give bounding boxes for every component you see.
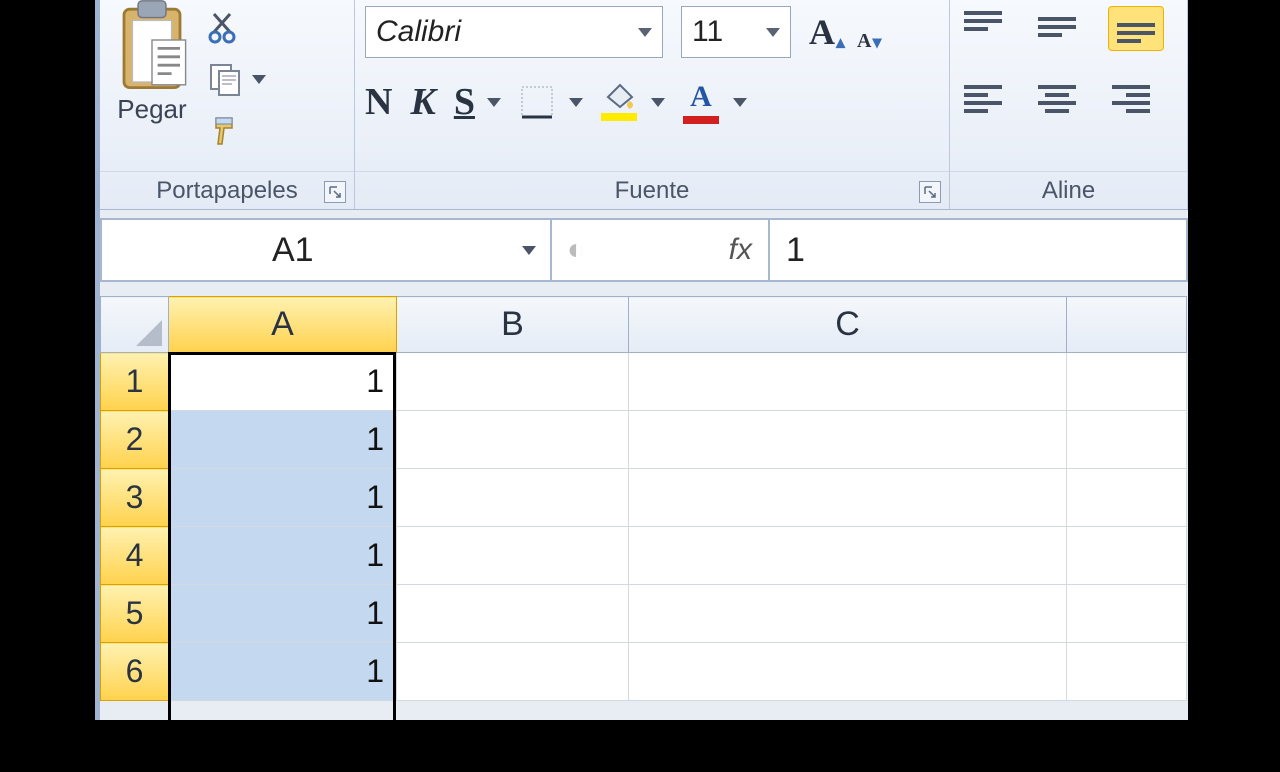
cell-B6[interactable] bbox=[397, 643, 629, 701]
cell-B3[interactable] bbox=[397, 469, 629, 527]
format-painter-button[interactable] bbox=[208, 114, 266, 148]
chevron-down-icon bbox=[487, 98, 501, 107]
group-label-clipboard: Portapapeles bbox=[100, 171, 354, 209]
formula-input[interactable]: 1 bbox=[770, 220, 1186, 280]
formula-value: 1 bbox=[786, 231, 805, 270]
row-header-5[interactable]: 5 bbox=[101, 585, 169, 643]
borders-button[interactable] bbox=[519, 84, 583, 120]
row-header-2[interactable]: 2 bbox=[101, 411, 169, 469]
cell-A2[interactable]: 1 bbox=[169, 411, 397, 469]
worksheet-grid[interactable]: A B C 1 1 2 1 3 1 bbox=[100, 296, 1188, 701]
formula-bar: A1 ◐ fx 1 bbox=[100, 218, 1188, 282]
row-header-4[interactable]: 4 bbox=[101, 527, 169, 585]
column-header-C[interactable]: C bbox=[629, 297, 1067, 353]
chevron-down-icon bbox=[733, 98, 747, 107]
align-middle-button[interactable] bbox=[1034, 9, 1080, 48]
chevron-down-icon bbox=[569, 98, 583, 107]
cell-A5[interactable]: 1 bbox=[169, 585, 397, 643]
ribbon-group-alignment: Aline bbox=[950, 0, 1188, 209]
font-color-icon: A bbox=[690, 80, 712, 114]
copy-button[interactable] bbox=[208, 62, 266, 96]
column-header-B[interactable]: B bbox=[397, 297, 629, 353]
cell-A1[interactable]: 1 bbox=[169, 353, 397, 411]
ribbon-group-clipboard: Pegar bbox=[100, 0, 355, 209]
cell-D2[interactable] bbox=[1067, 411, 1187, 469]
underline-button[interactable]: S bbox=[454, 80, 501, 124]
ribbon: Pegar bbox=[100, 0, 1188, 210]
chevron-down-icon bbox=[252, 75, 266, 84]
chevron-down-icon bbox=[522, 246, 536, 255]
clipboard-icon bbox=[110, 0, 194, 94]
cell-A3[interactable]: 1 bbox=[169, 469, 397, 527]
font-size-combo[interactable]: 11 bbox=[681, 6, 791, 58]
copy-icon bbox=[208, 62, 242, 96]
cell-C2[interactable] bbox=[629, 411, 1067, 469]
paintbrush-icon bbox=[208, 114, 242, 148]
chevron-down-icon bbox=[651, 98, 665, 107]
column-header-A[interactable]: A bbox=[169, 297, 397, 353]
group-label-font: Fuente bbox=[355, 171, 949, 209]
font-size-value: 11 bbox=[692, 15, 723, 49]
cell-C5[interactable] bbox=[629, 585, 1067, 643]
dialog-launcher-font[interactable] bbox=[919, 181, 941, 203]
decrease-font-button[interactable]: A▾ bbox=[857, 11, 882, 53]
select-all-corner[interactable] bbox=[101, 297, 169, 353]
cell-D1[interactable] bbox=[1067, 353, 1187, 411]
cell-A6[interactable]: 1 bbox=[169, 643, 397, 701]
border-icon bbox=[519, 84, 555, 120]
dialog-launcher-clipboard[interactable] bbox=[324, 181, 346, 203]
cell-B5[interactable] bbox=[397, 585, 629, 643]
cut-button[interactable] bbox=[208, 10, 266, 44]
align-bottom-button[interactable] bbox=[1108, 6, 1164, 51]
paste-button[interactable]: Pegar bbox=[110, 0, 194, 125]
scissors-icon bbox=[208, 10, 242, 44]
cell-D5[interactable] bbox=[1067, 585, 1187, 643]
cell-B4[interactable] bbox=[397, 527, 629, 585]
cancel-entry-icon: ◐ bbox=[552, 220, 600, 280]
align-left-button[interactable] bbox=[960, 81, 1006, 120]
align-center-button[interactable] bbox=[1034, 81, 1080, 120]
italic-button[interactable]: K bbox=[410, 80, 435, 124]
cell-C3[interactable] bbox=[629, 469, 1067, 527]
paste-label: Pegar bbox=[117, 94, 186, 125]
cell-C1[interactable] bbox=[629, 353, 1067, 411]
chevron-down-icon bbox=[766, 28, 780, 37]
row-header-1[interactable]: 1 bbox=[101, 353, 169, 411]
cell-B2[interactable] bbox=[397, 411, 629, 469]
chevron-down-icon bbox=[638, 28, 652, 37]
fill-color-button[interactable] bbox=[601, 83, 665, 121]
cell-D4[interactable] bbox=[1067, 527, 1187, 585]
name-box-value: A1 bbox=[272, 231, 314, 270]
font-name-value: Calibri bbox=[376, 15, 461, 49]
cell-D6[interactable] bbox=[1067, 643, 1187, 701]
increase-font-button[interactable]: A▴ bbox=[809, 11, 845, 53]
cell-C4[interactable] bbox=[629, 527, 1067, 585]
align-top-button[interactable] bbox=[960, 9, 1006, 48]
cell-D3[interactable] bbox=[1067, 469, 1187, 527]
cell-C6[interactable] bbox=[629, 643, 1067, 701]
row-header-3[interactable]: 3 bbox=[101, 469, 169, 527]
align-right-button[interactable] bbox=[1108, 81, 1154, 120]
font-color-button[interactable]: A bbox=[683, 80, 747, 124]
group-label-alignment: Aline bbox=[950, 171, 1187, 209]
ribbon-group-font: Calibri 11 A▴ A▾ bbox=[355, 0, 950, 209]
column-header-D[interactable] bbox=[1067, 297, 1187, 353]
cell-B1[interactable] bbox=[397, 353, 629, 411]
row-header-6[interactable]: 6 bbox=[101, 643, 169, 701]
cell-A4[interactable]: 1 bbox=[169, 527, 397, 585]
name-box[interactable]: A1 bbox=[102, 220, 552, 280]
fx-label[interactable]: fx bbox=[600, 220, 770, 280]
font-name-combo[interactable]: Calibri bbox=[365, 6, 663, 58]
paint-bucket-icon bbox=[602, 83, 636, 111]
excel-window: Pegar bbox=[95, 0, 1188, 720]
bold-button[interactable]: N bbox=[365, 80, 392, 124]
